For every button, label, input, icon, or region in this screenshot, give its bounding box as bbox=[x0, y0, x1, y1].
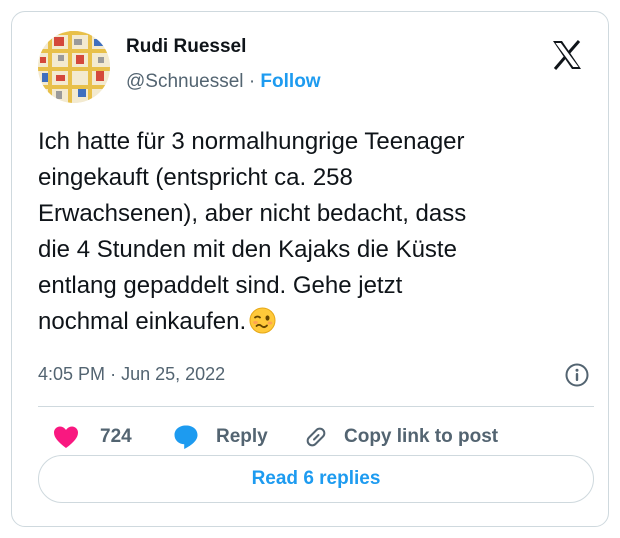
avatar-mosaic-image bbox=[38, 31, 110, 103]
author-handle-row: @Schnuessel · Follow bbox=[126, 71, 321, 93]
tweet-timestamp[interactable]: 4:05 PM · Jun 25, 2022 bbox=[38, 364, 225, 385]
like-button[interactable]: 724 bbox=[52, 422, 132, 452]
tweet-card: Rudi Ruessel @Schnuessel · Follow Ich ha… bbox=[11, 11, 609, 527]
tweet-line: Erwachsenen), aber nicht bedacht, dass bbox=[38, 200, 467, 227]
divider bbox=[38, 406, 594, 407]
follow-button[interactable]: Follow bbox=[260, 71, 320, 92]
handle-separator: · bbox=[248, 71, 256, 92]
x-logo-icon[interactable] bbox=[550, 38, 584, 72]
reply-button[interactable]: Reply bbox=[172, 422, 268, 452]
tweet-line: nochmal einkaufen. bbox=[38, 308, 247, 335]
tweet-date: Jun 25, 2022 bbox=[121, 364, 226, 384]
woozy-face-emoji bbox=[249, 307, 276, 334]
read-replies-label: Read 6 replies bbox=[251, 468, 381, 489]
copy-link-button[interactable]: Copy link to post bbox=[302, 422, 498, 452]
timestamp-separator: · bbox=[110, 364, 117, 384]
heart-icon bbox=[54, 426, 78, 448]
like-count: 724 bbox=[100, 426, 132, 447]
tweet-text: Ich hatte für 3 normalhungrige Teenager … bbox=[38, 124, 588, 340]
tweet-line: entlang gepaddelt sind. Gehe jetzt bbox=[38, 272, 403, 299]
link-icon bbox=[306, 427, 326, 447]
reply-bubble-icon bbox=[174, 425, 198, 449]
avatar[interactable] bbox=[38, 31, 110, 103]
read-replies-button[interactable]: Read 6 replies bbox=[38, 455, 594, 503]
tweet-time: 4:05 PM bbox=[38, 364, 106, 384]
reply-label: Reply bbox=[216, 426, 268, 447]
info-icon[interactable] bbox=[564, 362, 590, 388]
author-handle[interactable]: @Schnuessel bbox=[126, 71, 244, 92]
tweet-line: eingekauft (entspricht ca. 258 bbox=[38, 164, 353, 191]
copy-link-label: Copy link to post bbox=[344, 426, 499, 447]
tweet-line: Ich hatte für 3 normalhungrige Teenager bbox=[38, 128, 465, 155]
tweet-line: die 4 Stunden mit den Kajaks die Küste bbox=[38, 236, 457, 263]
tweet-line-last: nochmal einkaufen. bbox=[38, 304, 588, 340]
author-name[interactable]: Rudi Ruessel bbox=[126, 36, 246, 58]
